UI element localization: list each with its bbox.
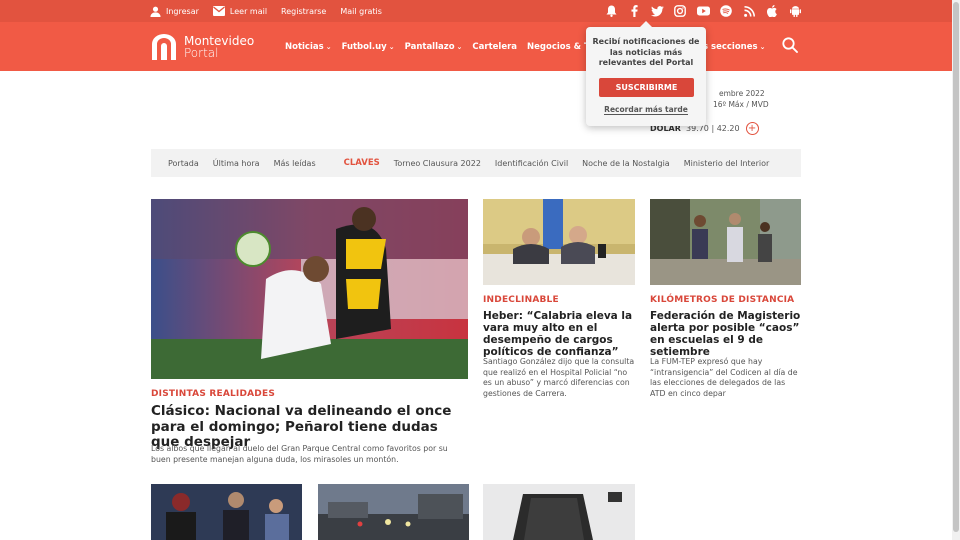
nav-noticias-label: Noticias: [285, 42, 324, 52]
subscribe-button[interactable]: SUSCRIBIRME: [599, 78, 694, 97]
bell-icon[interactable]: [604, 4, 618, 18]
main-kicker[interactable]: DISTINTAS REALIDADES: [151, 389, 275, 399]
main-header: Montevideo Portal Noticias ⌄ Futbol.uy ⌄ P…: [0, 22, 952, 71]
nav-futbol[interactable]: Futbol.uy ⌄: [342, 42, 395, 52]
site-logo[interactable]: Montevideo Portal: [150, 33, 254, 61]
chevron-down-icon: ⌄: [456, 43, 463, 51]
page-scrollbar[interactable]: [952, 0, 960, 540]
clave-identificacion[interactable]: Identificación Civil: [495, 159, 568, 168]
dollar-sep: |: [711, 124, 715, 133]
nav-cartelera[interactable]: Cartelera: [472, 42, 517, 52]
claves-label: CLAVES: [343, 158, 380, 168]
register-link[interactable]: Registrarse: [281, 7, 326, 16]
third-headline[interactable]: Federación de Magisterio alerta por posi…: [650, 310, 801, 358]
clave-ministerio[interactable]: Ministerio del Interior: [684, 159, 770, 168]
sub-navigation: Portada Última hora Más leídas CLAVES To…: [151, 149, 801, 177]
second-summary: Santiago González dijo que la consulta q…: [483, 357, 635, 398]
third-article-image[interactable]: [650, 199, 801, 285]
second-article-image[interactable]: [483, 199, 635, 285]
third-kicker[interactable]: KILÓMETROS DE DISTANCIA: [650, 295, 794, 305]
subnav-ultima-hora[interactable]: Última hora: [213, 159, 260, 168]
subnav-mas-leidas[interactable]: Más leídas: [274, 159, 316, 168]
logo-mark-icon: [152, 34, 176, 60]
login-link[interactable]: Ingresar: [150, 6, 199, 17]
mail-icon: [212, 6, 225, 16]
social-icons: [604, 4, 802, 18]
instagram-icon[interactable]: [673, 4, 687, 18]
second-headline[interactable]: Heber: “Calabria eleva la vara muy alto …: [483, 310, 635, 358]
remind-later-link[interactable]: Recordar más tarde: [586, 105, 706, 115]
apple-icon[interactable]: [765, 4, 779, 18]
dollar-sell: 42.20: [716, 124, 740, 133]
main-summary: Los albos que llegan al duelo del Gran P…: [151, 444, 448, 464]
bottom-article-image-1[interactable]: [151, 484, 302, 540]
clave-nostalgia[interactable]: Noche de la Nostalgia: [582, 159, 670, 168]
notification-popup: Recibí notificaciones de las noticias má…: [586, 21, 706, 126]
popup-message: Recibí notificaciones de las noticias má…: [592, 37, 700, 67]
chevron-down-icon: ⌄: [759, 43, 766, 51]
nav-pantallazo[interactable]: Pantallazo ⌄: [405, 42, 463, 52]
search-button[interactable]: [782, 37, 798, 57]
rss-icon[interactable]: [742, 4, 756, 18]
weather-date: embre 2022: [719, 89, 765, 98]
subnav-portada[interactable]: Portada: [168, 159, 199, 168]
nav-pantallazo-label: Pantallazo: [404, 42, 455, 52]
bottom-article-image-3[interactable]: [483, 484, 635, 540]
android-icon[interactable]: [788, 4, 802, 18]
twitter-icon[interactable]: [650, 4, 664, 18]
free-mail-link[interactable]: Mail gratis: [340, 7, 382, 16]
scrollbar-thumb[interactable]: [953, 2, 959, 532]
search-icon: [782, 37, 798, 53]
nav-futbol-label: Futbol.uy: [341, 42, 387, 52]
nav-noticias[interactable]: Noticias ⌄: [285, 42, 332, 52]
facebook-icon[interactable]: [627, 4, 641, 18]
top-bar: Ingresar Leer mail Registrarse Mail grat…: [0, 0, 952, 22]
main-article-image[interactable]: [151, 199, 468, 379]
bottom-article-image-2[interactable]: [318, 484, 469, 540]
user-icon: [150, 6, 161, 17]
weather-widget: embre 2022 16º Máx / MVD: [713, 88, 769, 110]
plus-icon[interactable]: +: [745, 122, 759, 135]
second-kicker[interactable]: INDECLINABLE: [483, 295, 559, 305]
chevron-down-icon: ⌄: [388, 43, 395, 51]
read-mail-link[interactable]: Leer mail: [212, 6, 268, 16]
nav-more-sections[interactable]: s secciones ⌄: [703, 42, 765, 52]
third-summary: La FUM-TEP expresó que hay “intransigenc…: [650, 357, 798, 398]
read-mail-label: Leer mail: [229, 6, 268, 16]
logo-text: Montevideo Portal: [184, 35, 254, 59]
spotify-icon[interactable]: [719, 4, 733, 18]
weather-temp: 16º Máx / MVD: [713, 100, 769, 109]
main-nav: Noticias ⌄ Futbol.uy ⌄ Pantallazo ⌄ Cartele…: [285, 42, 637, 52]
remind-later-label: Recordar más tarde: [604, 105, 688, 115]
login-label: Ingresar: [166, 6, 199, 16]
logo-line2: Portal: [184, 46, 219, 60]
clave-torneo[interactable]: Torneo Clausura 2022: [394, 159, 481, 168]
chevron-down-icon: ⌄: [325, 43, 332, 51]
youtube-icon[interactable]: [696, 4, 710, 18]
nav-more-label: s secciones: [703, 42, 758, 52]
